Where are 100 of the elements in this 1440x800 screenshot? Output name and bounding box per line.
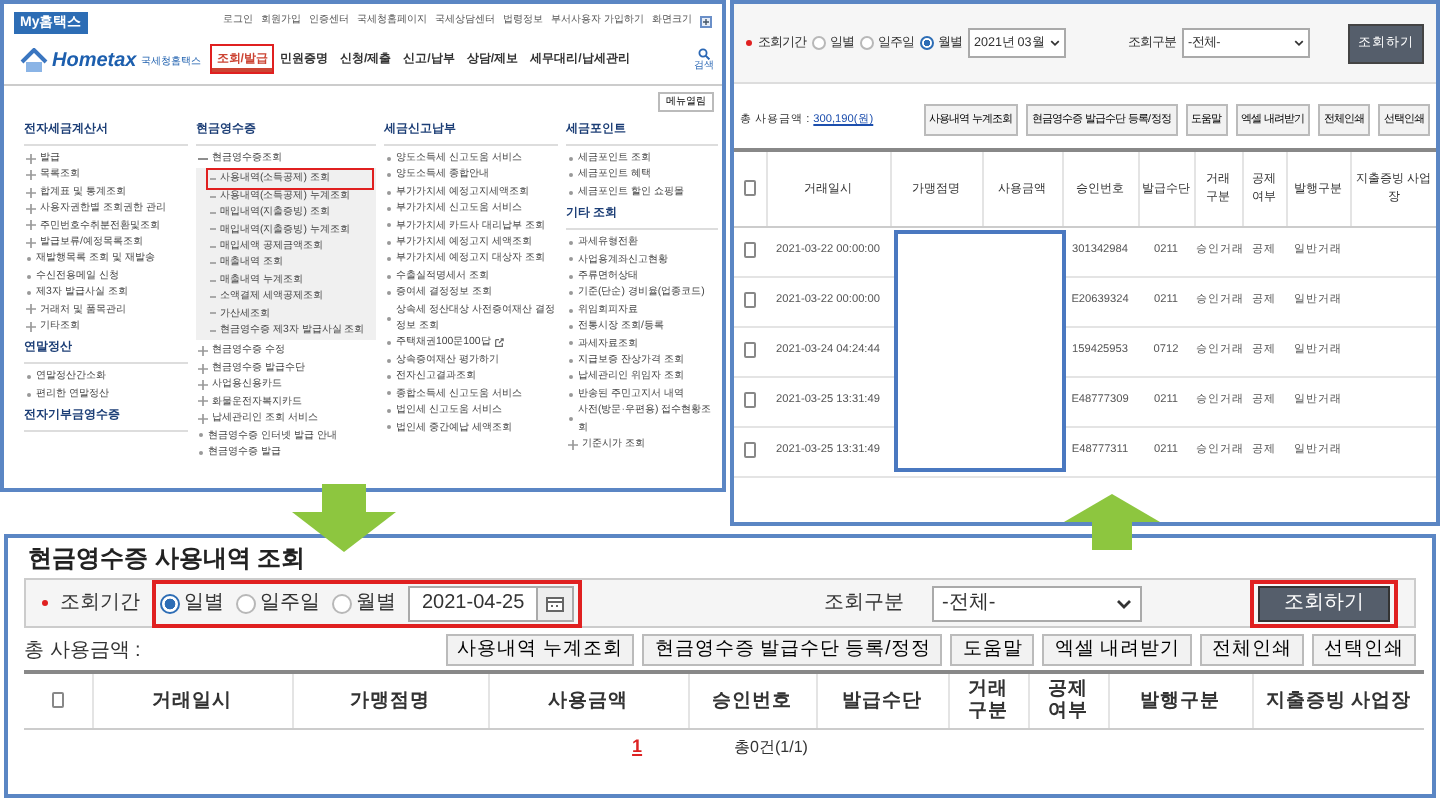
plus-icon <box>26 304 36 315</box>
bullet-icon <box>568 416 574 423</box>
plus-icon <box>26 153 36 164</box>
radio-label[interactable]: 월별 <box>356 588 396 618</box>
bullet-icon <box>26 273 32 280</box>
select-all-checkbox[interactable] <box>51 692 64 709</box>
column-header: 거래구분 <box>948 672 1028 728</box>
toolbar-button[interactable]: 사용내역 누계조회 <box>445 634 635 666</box>
toolbar-button[interactable]: 도움말 <box>950 634 1035 666</box>
plus-icon <box>26 170 36 181</box>
search-button[interactable]: 조회하기 <box>1258 585 1390 621</box>
date-value: 2021-04-25 <box>420 590 527 618</box>
page-link[interactable]: 1 <box>632 735 643 757</box>
bullet-icon <box>386 239 392 246</box>
bullet-icon <box>568 357 574 364</box>
bullet-icon <box>26 391 32 398</box>
type-select[interactable]: -전체- <box>932 585 1142 621</box>
bullet-icon <box>386 289 392 296</box>
select-all-checkbox[interactable] <box>743 179 756 196</box>
column-header: 공제여부 <box>1028 672 1108 728</box>
toolbar-button[interactable]: 전체인쇄 <box>1200 634 1304 666</box>
radio-button[interactable] <box>812 36 826 50</box>
radio-label[interactable]: 일별 <box>184 588 224 618</box>
column-header: 사용금액 <box>488 672 688 728</box>
plus-icon <box>26 237 36 248</box>
bullet-icon <box>386 205 392 212</box>
dash-icon <box>210 176 216 183</box>
bullet-icon <box>386 155 392 162</box>
field-label: 조회구분 <box>824 590 904 618</box>
column-header: 발급수단 <box>816 672 948 728</box>
plus-icon <box>26 220 36 231</box>
radio-button[interactable] <box>860 36 874 50</box>
row-checkbox[interactable] <box>744 242 756 259</box>
radio-button[interactable] <box>332 593 352 613</box>
calendar-icon <box>546 595 565 611</box>
bullet-icon <box>198 432 204 439</box>
field-label: 조회기간 <box>60 590 140 618</box>
search-icon <box>698 47 710 59</box>
row-checkbox[interactable] <box>744 292 756 309</box>
caret-down-icon <box>1116 595 1132 611</box>
bullet-icon <box>26 289 32 296</box>
plus-icon <box>198 413 208 424</box>
bullet-icon <box>568 239 574 246</box>
bullet-icon <box>386 256 392 263</box>
column-header: 거래일시 <box>92 672 292 728</box>
column-header: 가맹점명 <box>292 672 488 728</box>
required-icon <box>746 40 752 46</box>
select-value: -전체- <box>942 590 996 618</box>
caret-down-icon <box>1294 38 1304 48</box>
row-checkbox[interactable] <box>744 442 756 459</box>
calendar-button[interactable] <box>536 587 573 619</box>
bullet-icon <box>386 407 392 414</box>
column-header: 발행구분 <box>1108 672 1252 728</box>
total-label: 총 사용금액 : <box>24 637 141 665</box>
row-checkbox[interactable] <box>744 392 756 409</box>
bullet-icon <box>568 273 574 280</box>
page-title: 현금영수증 사용내역 조회 <box>26 542 308 576</box>
bullet-icon <box>386 357 392 364</box>
bullet-icon <box>386 315 392 322</box>
external-link-icon <box>494 338 505 349</box>
plus-icon <box>26 203 36 214</box>
toolbar-button[interactable]: 엑셀 내려받기 <box>1042 634 1192 666</box>
bullet-icon <box>568 256 574 263</box>
bullet-icon <box>386 222 392 229</box>
bullet-icon <box>568 307 574 314</box>
bullet-icon <box>568 290 574 297</box>
bullet-icon <box>386 340 392 347</box>
plus-icon <box>26 321 36 332</box>
plus-icon <box>198 379 208 390</box>
up-arrow <box>1064 494 1160 550</box>
bullet-icon <box>568 340 574 347</box>
minus-icon <box>198 153 208 164</box>
bullet-icon <box>26 374 32 381</box>
plus-icon <box>198 396 208 407</box>
toolbar-button[interactable]: 현금영수증 발급수단 등록/정정 <box>642 634 943 666</box>
row-checkbox[interactable] <box>744 342 756 359</box>
house-roof-icon <box>20 47 48 71</box>
bullet-icon <box>568 374 574 381</box>
bullet-icon <box>386 424 392 431</box>
date-field[interactable]: 2021-04-25 <box>408 585 575 621</box>
record-summary: 총0건(1/1) <box>734 735 808 757</box>
bullet-icon <box>386 373 392 380</box>
bullet-icon <box>386 189 392 196</box>
required-icon <box>42 600 48 606</box>
zoom-in-icon <box>700 16 712 28</box>
bullet-icon <box>198 449 204 456</box>
radio-button[interactable] <box>920 36 934 50</box>
bullet-icon <box>386 273 392 280</box>
radio-label[interactable]: 일주일 <box>260 588 320 618</box>
bullet-icon <box>386 390 392 397</box>
bullet-icon <box>568 391 574 398</box>
toolbar-button[interactable]: 선택인쇄 <box>1312 634 1416 666</box>
radio-button[interactable] <box>160 593 180 613</box>
caret-down-icon <box>1049 38 1060 48</box>
plus-icon <box>198 346 208 357</box>
bullet-icon <box>568 323 574 330</box>
bullet-icon <box>26 256 32 263</box>
bullet-icon <box>386 172 392 179</box>
radio-button[interactable] <box>236 593 256 613</box>
column-header: 승인번호 <box>688 672 816 728</box>
